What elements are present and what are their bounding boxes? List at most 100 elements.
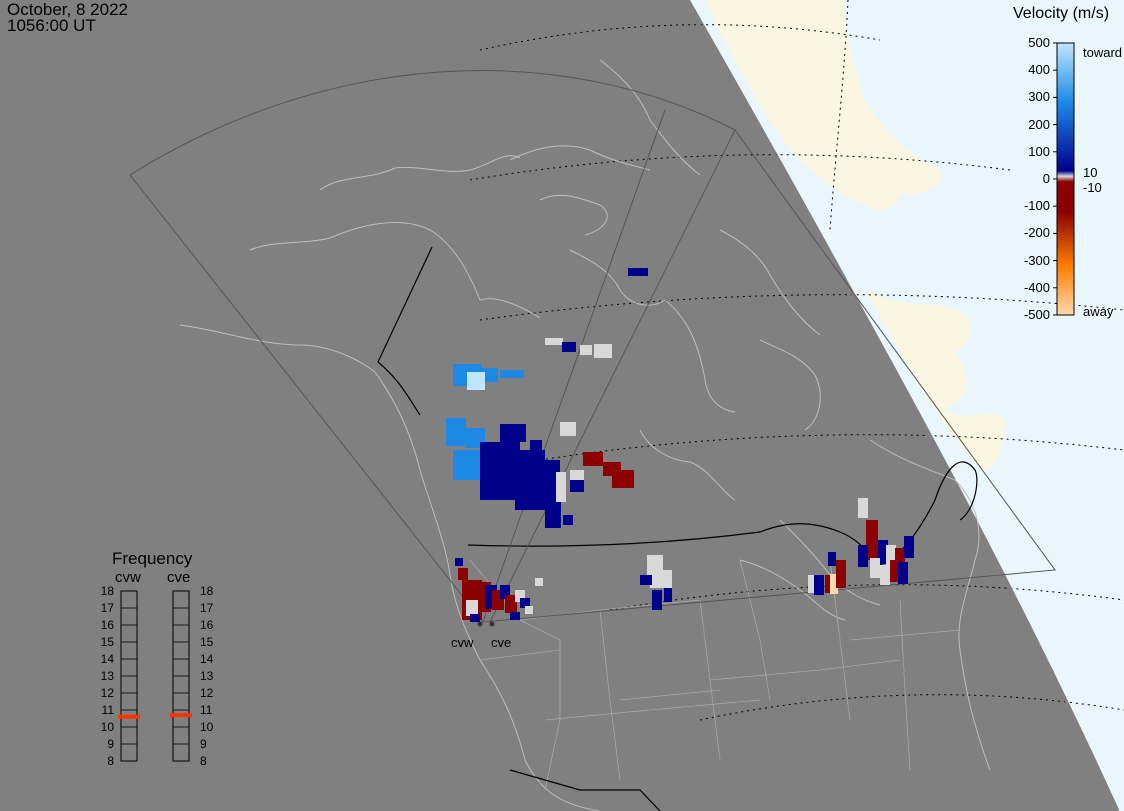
scatter-cell	[563, 515, 573, 525]
scatter-cell	[858, 498, 868, 518]
coastline	[569, 249, 666, 306]
velocity-threshold-label: -10	[1083, 180, 1102, 195]
scatter-cell	[446, 418, 466, 446]
velocity-map-figure: cvw cve October, 8 2022 1056:00 UT Veloci…	[0, 0, 1124, 811]
frequency-tick-label-left: 8	[107, 754, 114, 768]
state-border	[709, 659, 901, 681]
velocity-color-bar	[1056, 42, 1075, 316]
frequency-tick-label-right: 10	[200, 720, 214, 734]
scatter-cell	[664, 588, 672, 602]
velocity-direction-label: toward	[1083, 45, 1123, 60]
velocity-tick-label: -200	[1023, 225, 1050, 241]
scatter-cell	[652, 590, 662, 610]
scatter-cell	[640, 575, 652, 585]
coastline	[664, 299, 736, 413]
scatter-cell	[650, 570, 672, 588]
scatter-cell	[480, 442, 520, 500]
scatter-cell	[870, 558, 880, 578]
frequency-tick-label-left: 13	[100, 669, 114, 683]
scatter-cell	[500, 424, 526, 442]
frequency-tick-label-right: 13	[200, 669, 214, 683]
scatter-cell	[470, 614, 480, 622]
frequency-tick-label-left: 17	[100, 601, 114, 615]
scatter-cell	[525, 606, 533, 614]
scatter-cell	[530, 440, 542, 450]
scatter-cell	[560, 422, 576, 436]
coastline	[509, 145, 651, 171]
scatter-cell	[455, 558, 463, 566]
scatter-cell	[880, 565, 890, 585]
coastline	[179, 324, 376, 373]
frequency-tick-label-right: 11	[200, 703, 213, 717]
scatter-cell	[458, 568, 468, 580]
us-mexico-border	[509, 769, 661, 811]
frequency-panel-title: Frequency	[112, 549, 193, 568]
scatter-cell	[510, 612, 520, 620]
coastline	[639, 429, 736, 501]
scatter-cell	[828, 552, 836, 566]
velocity-tick-label: 100	[1028, 143, 1050, 159]
cve-site-marker	[489, 621, 495, 627]
latitude-circle-dotted	[699, 694, 1124, 721]
scatter-cell	[556, 472, 566, 502]
coastline	[599, 59, 701, 176]
scatter-cell	[545, 500, 561, 528]
state-border	[849, 629, 961, 641]
frequency-tick-label-left: 11	[101, 703, 114, 717]
velocity-tick-label: -500	[1023, 307, 1050, 322]
velocity-tick-label: -300	[1023, 252, 1050, 268]
state-border	[899, 599, 911, 771]
scatter-cell	[535, 578, 543, 586]
frequency-tick-label-right: 9	[200, 737, 207, 751]
scatter-cell	[836, 560, 846, 588]
scatter-cell	[466, 600, 478, 616]
scatter-cell	[580, 345, 592, 355]
frequency-tick-label-right: 18	[200, 584, 214, 598]
state-border	[599, 609, 621, 781]
state-border	[739, 559, 771, 701]
velocity-tick-label: -400	[1023, 279, 1050, 295]
frequency-tick-label-right: 17	[200, 601, 214, 615]
velocity-tick-label: 0	[1042, 171, 1050, 186]
scatter-cell	[583, 452, 603, 466]
frequency-tick-label-left: 10	[100, 720, 114, 734]
frequency-column-label: cvw	[115, 569, 141, 586]
velocity-tick-label: 200	[1028, 116, 1050, 132]
coastline	[249, 221, 541, 319]
coastline	[539, 194, 608, 236]
scatter-cell	[858, 545, 868, 567]
scatter-cell	[612, 470, 634, 488]
velocity-tick-label: -100	[1023, 198, 1050, 214]
cve-fov-edge	[489, 129, 736, 623]
frequency-tick-label-right: 14	[200, 652, 214, 666]
frequency-tick-label-right: 15	[200, 635, 214, 649]
scatter-cell	[904, 536, 914, 558]
coastline	[719, 229, 821, 336]
coastline	[958, 559, 991, 771]
polar-map: cvw cve	[118, 0, 1124, 811]
frequency-tick-label-left: 14	[100, 652, 114, 666]
cve-site-label: cve	[491, 635, 511, 650]
scatter-cell	[562, 342, 576, 352]
scatter-cell	[898, 562, 908, 584]
coastline	[759, 339, 821, 431]
scatter-cell	[467, 372, 485, 390]
velocity-scale-title: Velocity (m/s)	[1013, 5, 1110, 22]
scatter-cell	[628, 268, 648, 276]
velocity-tick-label: 500	[1028, 35, 1050, 50]
frequency-tick-label-right: 16	[200, 618, 214, 632]
scatter-cell	[570, 480, 584, 492]
velocity-tick-label: 400	[1028, 62, 1050, 78]
frequency-tick-label-left: 12	[100, 686, 114, 700]
scatter-cell	[500, 370, 524, 378]
frequency-tick-label-right: 12	[200, 686, 214, 700]
coastline	[479, 659, 601, 811]
state-border	[544, 699, 761, 721]
scatter-cell	[545, 338, 563, 345]
alaska-canada-border	[377, 246, 433, 416]
frequency-column-label: cve	[167, 569, 191, 586]
state-border	[479, 649, 561, 661]
scatter-cell	[814, 575, 824, 595]
velocity-threshold-label: 10	[1083, 165, 1098, 180]
cvw-site-marker	[477, 621, 483, 627]
